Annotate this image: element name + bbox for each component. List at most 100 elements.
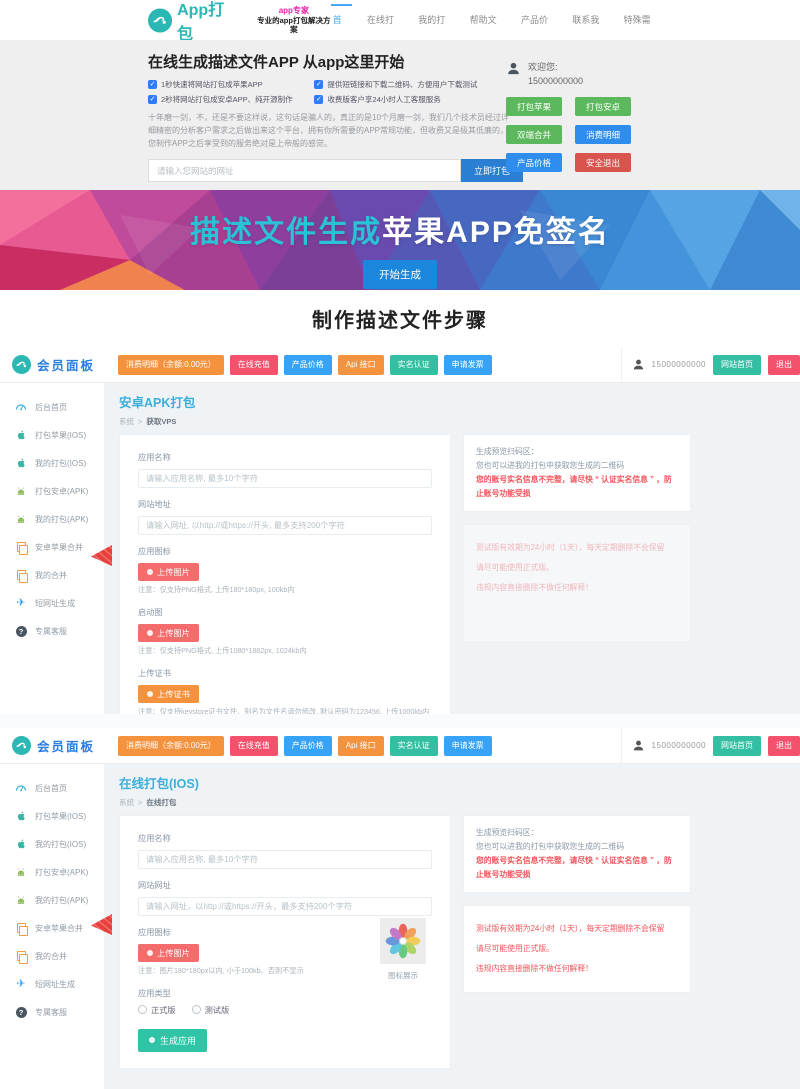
nav-item-special[interactable]: 特殊需求	[624, 0, 658, 65]
nav-item-pricing[interactable]: 产品价格	[521, 0, 555, 65]
sidebar-item-my-merge[interactable]: 我的合并	[0, 942, 104, 970]
sidebar-item-pack-apk[interactable]: 打包安卓(APK)	[0, 477, 104, 505]
upload-cert-button[interactable]: 上传证书	[138, 684, 199, 703]
generate-app-button[interactable]: 生成应用	[138, 1028, 208, 1052]
support-icon: ?	[15, 1006, 27, 1018]
sidebar-item-pack-ios[interactable]: 打包苹果(IOS)	[0, 802, 104, 830]
radio-test[interactable]: 测试版	[191, 1004, 229, 1016]
site-header: App打包 app专家 专业的app打包解决方案 首页 在线打包 我的打包 帮助…	[0, 0, 800, 65]
panel-body: 后台首页 打包苹果(IOS) 我的打包(IOS) 打包安卓(APK) 我的打包(…	[0, 383, 800, 714]
dashboard-icon	[15, 401, 27, 413]
logo[interactable]: App打包 app专家 专业的app打包解决方案	[148, 0, 333, 44]
app-name-input[interactable]	[138, 850, 432, 869]
pack-url-form: 立即打包	[148, 159, 523, 183]
checkbox-icon: ✓	[314, 80, 324, 89]
api-tab[interactable]: Api 接口	[337, 735, 384, 756]
website-url-input[interactable]	[148, 159, 461, 183]
sidebar-item-support[interactable]: ? 专属客服	[0, 998, 104, 1026]
tip-line: 违规内容直接删除不做任何解释！	[476, 583, 593, 593]
tip-line: 请尽可能使用正式版。	[476, 563, 554, 573]
app-type-label: 应用类型	[138, 988, 171, 998]
member-brand[interactable]: 会员面板	[12, 736, 112, 755]
sidebar-item-my-merge[interactable]: 我的合并	[0, 561, 104, 589]
nav-item-contact[interactable]: 联系我们	[572, 0, 606, 65]
spend-detail-tab[interactable]: 消费明细（余额:0.00元）	[118, 735, 224, 756]
tip-line: 请尽可能使用正式版。	[476, 944, 554, 954]
sidebar-label: 我的打包(IOS)	[35, 839, 87, 849]
topbar-account: 15000000000 网站首页 退出	[620, 347, 800, 382]
site-url-input[interactable]	[138, 897, 432, 916]
api-tab[interactable]: Api 接口	[337, 354, 384, 375]
start-generate-button[interactable]: 开始生成	[363, 260, 437, 289]
sidebar-item-my-apk[interactable]: 我的打包(APK)	[0, 505, 104, 533]
hero-description: 十年磨一剑，不，还是不要这样说，这句话是骗人的，真正的是10个月磨一剑，我们几个…	[148, 113, 509, 148]
sidebar-item-my-ios[interactable]: 我的打包(IOS)	[0, 449, 104, 477]
site-home-button[interactable]: 网站首页	[713, 354, 761, 375]
pricing-button[interactable]: 产品价格	[506, 153, 562, 172]
sidebar-item-support[interactable]: ? 专属客服	[0, 617, 104, 645]
feature-label: 收费版客户享24小时人工客服服务	[327, 95, 441, 104]
sidebar-item-pack-apk[interactable]: 打包安卓(APK)	[0, 858, 104, 886]
nav-item-my-pack[interactable]: 我的打包	[418, 0, 452, 65]
android-icon	[15, 513, 27, 525]
invoice-tab[interactable]: 申请发票	[443, 354, 492, 375]
merge-both-button[interactable]: 双端合并	[506, 125, 562, 144]
realname-tab[interactable]: 实名认证	[389, 354, 438, 375]
sidebar-item-dashboard[interactable]: 后台首页	[0, 393, 104, 421]
recharge-tab[interactable]: 在线充值	[229, 354, 278, 375]
pack-android-button[interactable]: 打包安卓	[575, 97, 631, 116]
sidebar-item-short-url[interactable]: ✈ 短网址生成	[0, 970, 104, 998]
app-name-input[interactable]	[138, 469, 432, 488]
site-url-input[interactable]	[138, 516, 432, 535]
pricing-tab[interactable]: 产品价格	[283, 735, 332, 756]
breadcrumb-root[interactable]: 系统	[119, 797, 134, 808]
android-icon	[15, 866, 27, 878]
nav-item-online-pack[interactable]: 在线打包	[367, 0, 401, 65]
feature-label: 提供短链接和下载二维码、方便用户下载测试	[327, 80, 478, 89]
icon-preview-caption: 图标展示	[388, 971, 418, 980]
member-brand-text: 会员面板	[37, 359, 96, 373]
upload-icon-button[interactable]: 上传图片	[138, 563, 199, 581]
breadcrumb: 系统 > 在线打包	[119, 797, 786, 808]
sidebar-item-pack-ios[interactable]: 打包苹果(IOS)	[0, 421, 104, 449]
sidebar-item-merge[interactable]: 安卓苹果合并	[0, 533, 104, 561]
member-logo-icon	[12, 736, 31, 755]
promo-banner: 描述文件生成苹果APP免签名 开始生成	[0, 190, 800, 290]
sidebar-item-short-url[interactable]: ✈ 短网址生成	[0, 589, 104, 617]
upload-icon-button[interactable]: 上传图片	[138, 944, 199, 962]
realname-tab[interactable]: 实名认证	[389, 735, 438, 756]
invoice-tab[interactable]: 申请发票	[443, 735, 492, 756]
pack-ios-button[interactable]: 打包苹果	[506, 97, 562, 116]
sidebar-item-dashboard[interactable]: 后台首页	[0, 774, 104, 802]
breadcrumb-root[interactable]: 系统	[119, 416, 134, 427]
account-phone: 15000000000	[651, 741, 706, 750]
sidebar-item-merge[interactable]: 安卓苹果合并	[0, 914, 104, 942]
android-icon	[15, 894, 27, 906]
checkbox-icon: ✓	[148, 95, 157, 104]
sidebar-item-my-ios[interactable]: 我的打包(IOS)	[0, 830, 104, 858]
member-logo-icon	[12, 355, 31, 374]
sidebar-item-my-apk[interactable]: 我的打包(APK)	[0, 886, 104, 914]
nav-item-help-docs[interactable]: 帮助文档	[470, 0, 504, 65]
banner-title-rest: 苹果APP免签名	[382, 216, 610, 249]
plane-icon: ✈	[16, 596, 26, 609]
nav-item-home[interactable]: 首页	[330, 0, 353, 65]
merge-icon	[15, 569, 28, 583]
logout-button[interactable]: 安全退出	[575, 153, 631, 172]
member-brand[interactable]: 会员面板	[12, 355, 112, 374]
merge-icon	[15, 950, 28, 964]
android-panel-screenshot: 会员面板 消费明细（余额:0.00元） 在线充值 产品价格 Api 接口 实名认…	[0, 347, 800, 714]
spend-detail-tab[interactable]: 消费明细（余额:0.00元）	[118, 354, 224, 375]
pricing-tab[interactable]: 产品价格	[283, 354, 332, 375]
apple-icon	[15, 838, 27, 850]
radio-release[interactable]: 正式版	[138, 1004, 176, 1016]
site-home-button[interactable]: 网站首页	[713, 735, 761, 756]
upload-splash-button[interactable]: 上传图片	[138, 623, 199, 642]
recharge-tab[interactable]: 在线充值	[229, 735, 278, 756]
panel-logout-button[interactable]: 退出	[768, 354, 800, 375]
app-type-options: 正式版 测试版	[138, 1004, 432, 1016]
panel-logout-button[interactable]: 退出	[768, 735, 800, 756]
preview-line: 生成预览扫码区：	[476, 828, 539, 837]
qr-preview-card: 生成预览扫码区： 您也可以进我的打包中获取您生成的二维码 您的账号实名信息不完整…	[463, 434, 691, 513]
spend-detail-button[interactable]: 消费明细	[575, 125, 631, 144]
